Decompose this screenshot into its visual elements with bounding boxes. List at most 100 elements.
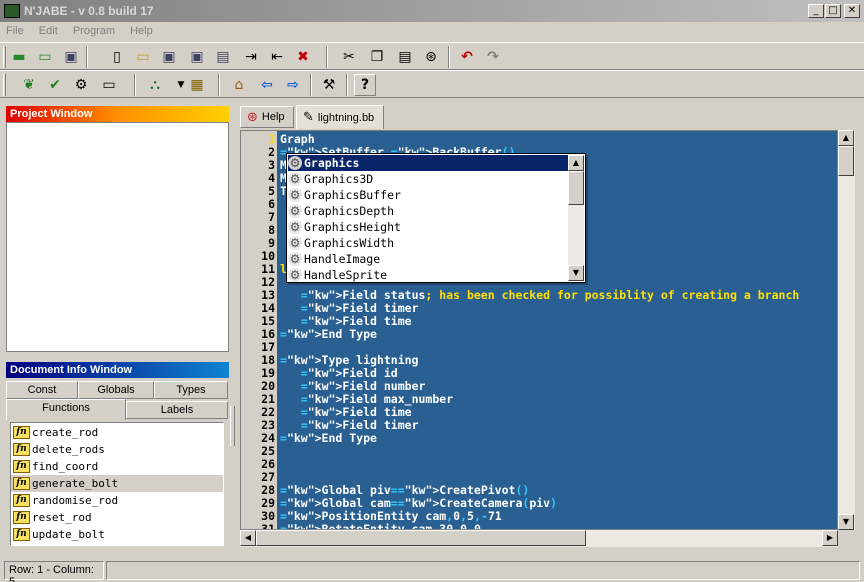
scroll-down-button[interactable]: ▼ <box>568 265 584 281</box>
menu-help[interactable]: Help <box>124 22 159 40</box>
function-name: find_coord <box>32 460 99 473</box>
tab-types[interactable]: Types <box>154 381 228 399</box>
list-item[interactable]: fn delete_rods <box>11 441 223 458</box>
calculator-icon[interactable]: ▦ <box>186 74 208 96</box>
build-toolbar: ❦ ✔ ⚙ ▭ ⛬ ▼ ▦ ⌂ ⇦ ⇨ ⚒ ? <box>0 70 864 98</box>
autocomplete-item[interactable]: ⚙ HandleSprite <box>288 267 568 283</box>
list-item[interactable]: fn update_bolt <box>11 526 223 543</box>
tab-labels[interactable]: Labels <box>126 401 228 419</box>
autocomplete-label: HandleImage <box>304 252 381 266</box>
paste-icon[interactable]: ▤ <box>394 46 416 68</box>
menu-file[interactable]: File <box>0 22 30 40</box>
editor-horizontal-scrollbar[interactable]: ◀ ▶ <box>240 530 838 547</box>
tab-help[interactable]: ⊛ Help <box>240 106 294 128</box>
list-item[interactable]: fn create_rod <box>11 424 223 441</box>
autocomplete-scrollbar[interactable]: ▲ ▼ <box>568 155 584 281</box>
document-info-title: Document Info Window <box>6 362 229 378</box>
autocomplete-item[interactable]: ⚙ HandleImage <box>288 251 568 267</box>
cut-icon[interactable]: ✂ <box>338 46 360 68</box>
autocomplete-popup: ⚙ Graphics ⚙ Graphics3D ⚙ GraphicsBuffer ⚙ Grap… <box>286 153 586 283</box>
home-icon[interactable]: ⌂ <box>228 74 250 96</box>
scroll-thumb[interactable] <box>838 146 854 176</box>
gear-icon: ⚙ <box>288 172 302 186</box>
function-name: randomise_rod <box>32 494 119 507</box>
scroll-right-button[interactable]: ▶ <box>822 530 838 546</box>
gear-icon: ⚙ <box>288 220 302 234</box>
project-tree[interactable] <box>6 122 229 352</box>
function-list: fn create_rod fn delete_rods fn find_coord … <box>10 422 224 546</box>
scroll-thumb[interactable] <box>568 171 584 205</box>
gear-icon: ⚙ <box>288 268 302 282</box>
editor-vertical-scrollbar[interactable]: ▲ ▼ <box>838 130 855 530</box>
save-all-icon[interactable]: ▤ <box>212 46 234 68</box>
scroll-up-button[interactable]: ▲ <box>568 155 584 171</box>
check-icon[interactable]: ✔ <box>44 74 66 96</box>
window-icon[interactable]: ▭ <box>98 74 120 96</box>
export-icon[interactable]: ⇥ <box>240 46 262 68</box>
save-project-icon[interactable]: ▣ <box>60 46 82 68</box>
autocomplete-item[interactable]: ⚙ GraphicsWidth <box>288 235 568 251</box>
toolbar-separator <box>310 74 312 96</box>
autocomplete-label: HandleSprite <box>304 268 388 282</box>
code-line[interactable]: ="kw">RotateEntity cam,30,0,0 <box>280 523 481 530</box>
open-project-icon[interactable]: ▭ <box>34 46 56 68</box>
splitter-grip[interactable] <box>230 406 235 446</box>
autocomplete-item[interactable]: ⚙ Graphics <box>288 155 568 171</box>
autocomplete-label: GraphicsHeight <box>304 220 401 234</box>
project-window-title: Project Window <box>6 106 229 122</box>
scroll-left-button[interactable]: ◀ <box>240 530 256 546</box>
redo-icon[interactable]: ↷ <box>482 46 504 68</box>
tab-label: Help <box>261 111 285 123</box>
list-item[interactable]: fn find_coord <box>11 458 223 475</box>
gear-icon: ⚙ <box>288 188 302 202</box>
open-file-icon[interactable]: ▭ <box>132 46 154 68</box>
settings-icon[interactable]: ⚙ <box>70 74 92 96</box>
help-icon[interactable]: ? <box>354 74 376 96</box>
copy-icon[interactable]: ❐ <box>366 46 388 68</box>
code-line[interactable]: ="kw">End Type <box>280 328 377 341</box>
list-item[interactable]: fn randomise_rod <box>11 492 223 509</box>
menu-bar: File Edit Program Help <box>0 22 864 42</box>
autocomplete-item[interactable]: ⚙ GraphicsHeight <box>288 219 568 235</box>
tree-icon[interactable]: ⛬ <box>144 74 166 96</box>
autocomplete-item[interactable]: ⚙ GraphicsDepth <box>288 203 568 219</box>
code-line[interactable]: ="kw">End Type <box>280 432 377 445</box>
function-icon: fn <box>13 460 30 473</box>
undo-icon[interactable]: ↶ <box>456 46 478 68</box>
tab-const[interactable]: Const <box>6 381 78 399</box>
menu-program[interactable]: Program <box>67 22 121 40</box>
list-item-selected[interactable]: fn generate_bolt <box>11 475 223 492</box>
save-file-icon[interactable]: ▣ <box>158 46 180 68</box>
autocomplete-item[interactable]: ⚙ GraphicsBuffer <box>288 187 568 203</box>
list-item[interactable]: fn reset_rod <box>11 509 223 526</box>
open-folder-icon[interactable]: ▬ <box>8 46 30 68</box>
minimize-button[interactable]: _ <box>808 4 824 18</box>
find-icon[interactable]: ⊛ <box>420 46 442 68</box>
close-button[interactable]: ✕ <box>844 4 860 18</box>
tab-lightning-bb[interactable]: ✎ lightning.bb <box>296 105 384 129</box>
autocomplete-item[interactable]: ⚙ Graphics3D <box>288 171 568 187</box>
tab-functions[interactable]: Functions <box>6 399 126 420</box>
autocomplete-label: GraphicsWidth <box>304 236 395 250</box>
run-icon[interactable]: ❦ <box>18 74 40 96</box>
tools-icon[interactable]: ⚒ <box>318 74 340 96</box>
back-icon[interactable]: ⇦ <box>256 74 278 96</box>
import-icon[interactable]: ⇤ <box>266 46 288 68</box>
scroll-up-button[interactable]: ▲ <box>838 130 854 146</box>
new-file-icon[interactable]: ▯ <box>106 46 128 68</box>
cursor-position: Row: 1 - Column: 5 <box>4 561 104 582</box>
toolbar-separator <box>346 74 348 96</box>
scroll-thumb[interactable] <box>256 530 586 546</box>
scroll-down-button[interactable]: ▼ <box>838 514 854 530</box>
function-icon: fn <box>13 511 30 524</box>
function-name: create_rod <box>32 426 99 439</box>
line-number: 31 <box>261 522 275 530</box>
save-as-icon[interactable]: ▣ <box>186 46 208 68</box>
panel-splitter[interactable] <box>229 106 236 550</box>
tab-globals[interactable]: Globals <box>78 381 154 399</box>
function-name: reset_rod <box>32 511 92 524</box>
maximize-button[interactable]: □ <box>825 4 841 18</box>
close-file-icon[interactable]: ✖ <box>292 46 314 68</box>
forward-icon[interactable]: ⇨ <box>282 74 304 96</box>
menu-edit[interactable]: Edit <box>33 22 64 40</box>
